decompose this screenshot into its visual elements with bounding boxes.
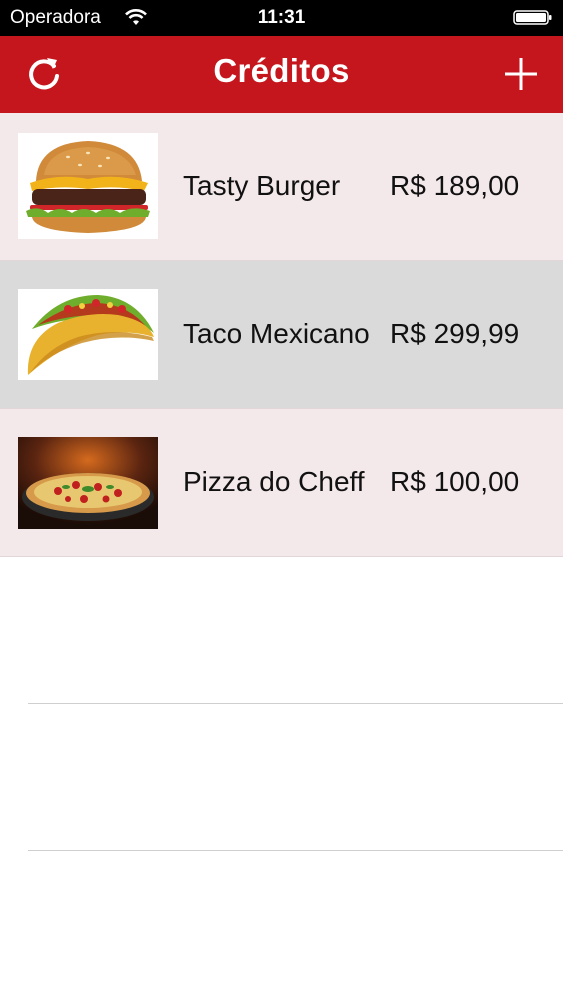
credits-list: Tasty Burger R$ 189,00 Taco Mexicano R$ … [0, 113, 563, 557]
empty-row-separator [28, 850, 563, 851]
item-name: Tasty Burger [183, 170, 341, 201]
taco-image [18, 289, 158, 380]
navigation-bar: Créditos [0, 36, 563, 113]
add-button[interactable] [503, 56, 539, 92]
page-title: Créditos [213, 52, 350, 89]
burger-image [18, 133, 158, 239]
status-bar: Operadora 11:31 [0, 0, 563, 36]
empty-row-separator [28, 703, 563, 704]
plus-icon [505, 58, 537, 90]
list-item[interactable]: Tasty Burger R$ 189,00 [0, 113, 563, 261]
item-price: R$ 189,00 [390, 170, 520, 201]
item-price: R$ 100,00 [390, 466, 520, 497]
battery-icon [513, 10, 552, 25]
item-name: Taco Mexicano [183, 318, 370, 349]
list-item[interactable]: Taco Mexicano R$ 299,99 [0, 261, 563, 409]
clock: 11:31 [257, 7, 306, 28]
item-name: Pizza do Cheff [183, 466, 365, 497]
pizza-image [18, 437, 158, 529]
list-item[interactable]: Pizza do Cheff R$ 100,00 [0, 409, 563, 557]
item-price: R$ 299,99 [390, 318, 520, 349]
